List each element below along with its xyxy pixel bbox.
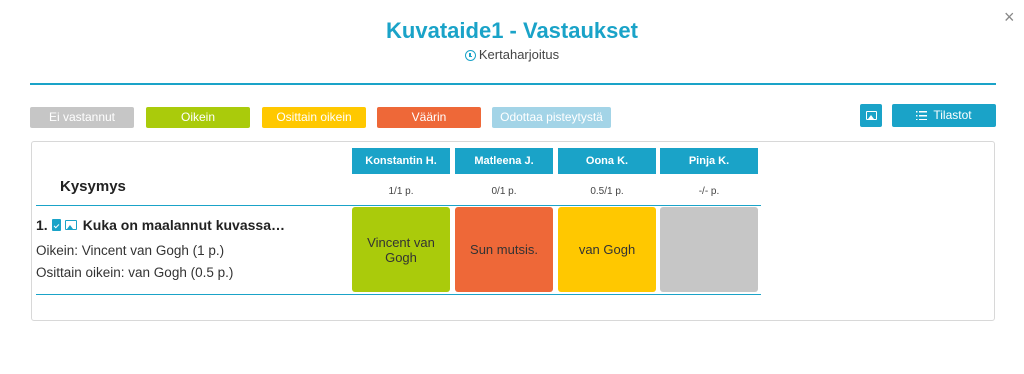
- table-row-divider: [36, 294, 761, 295]
- answer-cell-partial[interactable]: van Gogh: [558, 207, 656, 292]
- student-score: 0.5/1 p.: [590, 186, 624, 197]
- student-score: 1/1 p.: [388, 186, 414, 197]
- stats-button[interactable]: Tilastot: [892, 104, 996, 127]
- page-subtitle: Kertaharjoitus: [0, 47, 1024, 62]
- subtitle-text: Kertaharjoitus: [478, 47, 560, 62]
- question-title-text: Kuka on maalannut kuvassa…: [82, 217, 285, 233]
- student-header-pinja[interactable]: Pinja K.: [660, 148, 758, 174]
- student-score: -/- p.: [698, 186, 720, 197]
- question-title[interactable]: 1. Kuka on maalannut kuvassa…: [36, 217, 285, 233]
- student-header-konstantin[interactable]: Konstantin H.: [352, 148, 450, 174]
- legend-awaiting-scoring: Odottaa pisteytystä: [492, 107, 611, 128]
- image-icon: [64, 220, 77, 230]
- clipboard-check-icon: [51, 219, 61, 231]
- partial-answer-text: Osittain oikein: van Gogh (0.5 p.): [36, 265, 234, 280]
- page-title: Kuvataide1 - Vastaukset: [386, 18, 638, 43]
- image-icon: [865, 111, 877, 120]
- clock-icon: [464, 50, 476, 61]
- correct-answer-text: Oikein: Vincent van Gogh (1 p.): [36, 243, 225, 258]
- header-divider: [30, 83, 996, 85]
- question-column-header: Kysymys: [60, 178, 126, 195]
- student-header-oona[interactable]: Oona K.: [558, 148, 656, 174]
- stats-button-label: Tilastot: [933, 108, 972, 122]
- answer-cell-not-answered[interactable]: [660, 207, 758, 292]
- image-toggle-button[interactable]: [860, 104, 882, 127]
- answer-cell-correct[interactable]: Vincent van Gogh: [352, 207, 450, 292]
- legend-correct: Oikein: [146, 107, 250, 128]
- student-header-matleena[interactable]: Matleena J.: [455, 148, 553, 174]
- question-number: 1.: [36, 217, 48, 233]
- table-header-divider: [36, 205, 761, 206]
- answer-cell-wrong[interactable]: Sun mutsis.: [455, 207, 553, 292]
- legend-not-answered: Ei vastannut: [30, 107, 134, 128]
- student-score: 0/1 p.: [491, 186, 517, 197]
- legend-wrong: Väärin: [377, 107, 481, 128]
- legend-partially-correct: Osittain oikein: [262, 107, 366, 128]
- list-icon: [916, 111, 928, 120]
